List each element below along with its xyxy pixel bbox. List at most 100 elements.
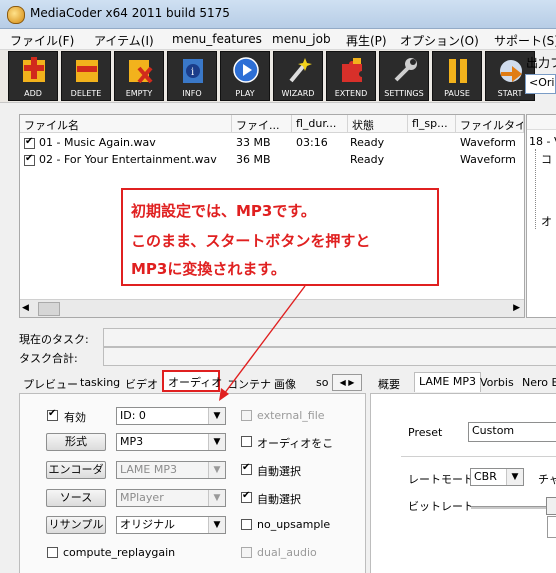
- table-row[interactable]: 01 - Music Again.wav 33 MB 03:16 Ready W…: [20, 135, 524, 151]
- channel-label: チャ: [538, 473, 556, 486]
- chevron-down-icon: ▼: [208, 490, 225, 506]
- preset-select[interactable]: Custom: [468, 422, 556, 442]
- menu-options[interactable]: オプション(O): [400, 32, 479, 49]
- tree-child[interactable]: オ: [541, 213, 552, 229]
- scrollbar-thumb[interactable]: [38, 302, 60, 316]
- svg-text:i: i: [191, 67, 194, 78]
- row-checkbox[interactable]: [24, 153, 35, 166]
- tab-so[interactable]: so: [312, 374, 332, 392]
- source-button[interactable]: ソース: [46, 489, 106, 507]
- external-file-checkbox[interactable]: [241, 410, 252, 421]
- bitrate-slider[interactable]: [471, 506, 556, 509]
- format-button[interactable]: 形式: [46, 433, 106, 451]
- no-upsample-label: no_upsample: [257, 518, 331, 531]
- add-button[interactable]: ADD: [8, 51, 58, 101]
- annotation-callout: 初期設定では、MP3です。 このまま、スタートボタンを押すと MP3に変換されま…: [121, 188, 439, 286]
- format-select[interactable]: MP3 ▼: [116, 433, 226, 451]
- compute-replaygain-label: compute_replaygain: [63, 546, 176, 559]
- scroll-right-arrow-icon[interactable]: ▶: [513, 303, 520, 313]
- file-type: Waveform: [460, 136, 516, 149]
- play-button[interactable]: PLAY: [220, 51, 270, 101]
- empty-button[interactable]: EMPTY: [114, 51, 164, 101]
- callout-line: このまま、スタートボタンを押すと: [131, 232, 371, 250]
- tab-tasking[interactable]: tasking: [76, 374, 124, 392]
- tab-audio[interactable]: オーディオ: [162, 370, 222, 392]
- app-icon: [7, 6, 25, 24]
- menu-job[interactable]: menu_job: [272, 32, 331, 46]
- bitrate-value-box[interactable]: [547, 516, 556, 538]
- file-status: Ready: [350, 153, 385, 166]
- tree-child[interactable]: コ: [541, 151, 552, 167]
- tab-lame-mp3[interactable]: LAME MP3: [414, 372, 481, 392]
- wizard-wand-icon: [289, 58, 312, 83]
- delete-button[interactable]: DELETE: [61, 51, 111, 101]
- tab-vorbis[interactable]: Vorbis: [476, 374, 518, 392]
- preset-label: Preset: [408, 426, 443, 439]
- left-tab-strip: プレビュー tasking ビデオ オーディオ コンテナ 画像 so ◀ ▶: [19, 370, 364, 392]
- chevron-down-icon: ▼: [208, 462, 225, 478]
- tab-preview[interactable]: プレビュー: [19, 374, 82, 392]
- right-tab-strip: 概要 LAME MP3 Vorbis Nero E: [370, 372, 556, 392]
- file-type: Waveform: [460, 153, 516, 166]
- auto-select-source-checkbox[interactable]: [241, 490, 252, 503]
- scroll-left-arrow-icon[interactable]: ◀: [22, 303, 29, 313]
- column-header-speed[interactable]: fl_sp...: [408, 115, 456, 133]
- properties-tree: 18 - V コ オ: [526, 114, 556, 318]
- toolbar: ADD DELETE EMPTY i INFO PLAY WIZARD EXTE…: [0, 50, 535, 103]
- tree-item[interactable]: 18 - V: [529, 135, 556, 148]
- file-name: 01 - Music Again.wav: [39, 136, 156, 149]
- compute-replaygain-checkbox[interactable]: [47, 547, 58, 558]
- chevron-down-icon: ▼: [506, 469, 523, 485]
- column-header-filename[interactable]: ファイル名: [20, 115, 232, 133]
- tab-overview[interactable]: 概要: [374, 374, 404, 392]
- enable-audio-checkbox[interactable]: [47, 408, 58, 421]
- menu-support[interactable]: サポート(S): [494, 32, 556, 49]
- current-task-bar: [103, 328, 556, 347]
- column-header-status[interactable]: 状態: [348, 115, 408, 133]
- audio-settings-panel: 有効 ID: 0▼ external_file 形式 MP3▼ オーディオをこ …: [19, 393, 366, 573]
- column-header-filesize[interactable]: ファイ...: [232, 115, 292, 133]
- menu-file[interactable]: ファイル(F): [10, 32, 74, 49]
- no-upsample-checkbox[interactable]: [241, 519, 252, 530]
- menu-play[interactable]: 再生(P): [346, 32, 387, 49]
- rate-mode-select[interactable]: CBR ▼: [470, 468, 524, 486]
- tab-nero[interactable]: Nero E: [518, 374, 556, 392]
- tab-image[interactable]: 画像: [270, 374, 300, 392]
- chevron-down-icon: ▼: [208, 408, 225, 424]
- encoder-button[interactable]: エンコーダ: [46, 461, 106, 479]
- wrench-icon: [394, 58, 417, 82]
- auto-select-encoder-checkbox[interactable]: [241, 462, 252, 475]
- menu-item[interactable]: アイテム(I): [94, 32, 154, 49]
- play-icon: [233, 57, 259, 83]
- horizontal-scrollbar[interactable]: ◀ ▶: [20, 299, 524, 317]
- encoder-select[interactable]: LAME MP3 ▼: [116, 461, 226, 479]
- settings-button[interactable]: SETTINGS: [379, 51, 429, 101]
- bitrate-slider-thumb[interactable]: [546, 497, 556, 515]
- callout-line: MP3に変換されます。: [131, 260, 286, 278]
- row-checkbox[interactable]: [24, 136, 35, 149]
- output-folder-combo[interactable]: <Origi: [525, 74, 556, 94]
- column-header-filetype[interactable]: ファイルタイプ: [456, 115, 524, 133]
- puzzle-icon: [342, 58, 362, 82]
- table-row[interactable]: 02 - For Your Entertainment.wav 36 MB Re…: [20, 152, 524, 168]
- info-button[interactable]: i INFO: [167, 51, 217, 101]
- wizard-button[interactable]: WIZARD: [273, 51, 323, 101]
- info-icon: i: [183, 59, 203, 83]
- column-header-duration[interactable]: fl_dur...: [292, 115, 348, 133]
- resample-button[interactable]: リサンプル: [46, 516, 106, 534]
- menu-features[interactable]: menu_features: [172, 32, 262, 46]
- audio-to-checkbox[interactable]: [241, 436, 252, 447]
- window-title: MediaCoder x64 2011 build 5175: [30, 6, 230, 20]
- current-task-label: 現在のタスク:: [19, 333, 89, 346]
- audio-track-id-select[interactable]: ID: 0 ▼: [116, 407, 226, 425]
- tab-scroll-arrows[interactable]: ◀ ▶: [332, 374, 362, 391]
- tab-video[interactable]: ビデオ: [121, 374, 162, 392]
- source-select[interactable]: MPlayer ▼: [116, 489, 226, 507]
- tab-container[interactable]: コンテナ: [223, 374, 275, 392]
- dual-audio-checkbox[interactable]: [241, 547, 252, 558]
- chevron-down-icon: ▼: [208, 434, 225, 450]
- extend-button[interactable]: EXTEND: [326, 51, 376, 101]
- file-size: 36 MB: [236, 153, 271, 166]
- pause-button[interactable]: PAUSE: [432, 51, 482, 101]
- resample-select[interactable]: オリジナル ▼: [116, 516, 226, 534]
